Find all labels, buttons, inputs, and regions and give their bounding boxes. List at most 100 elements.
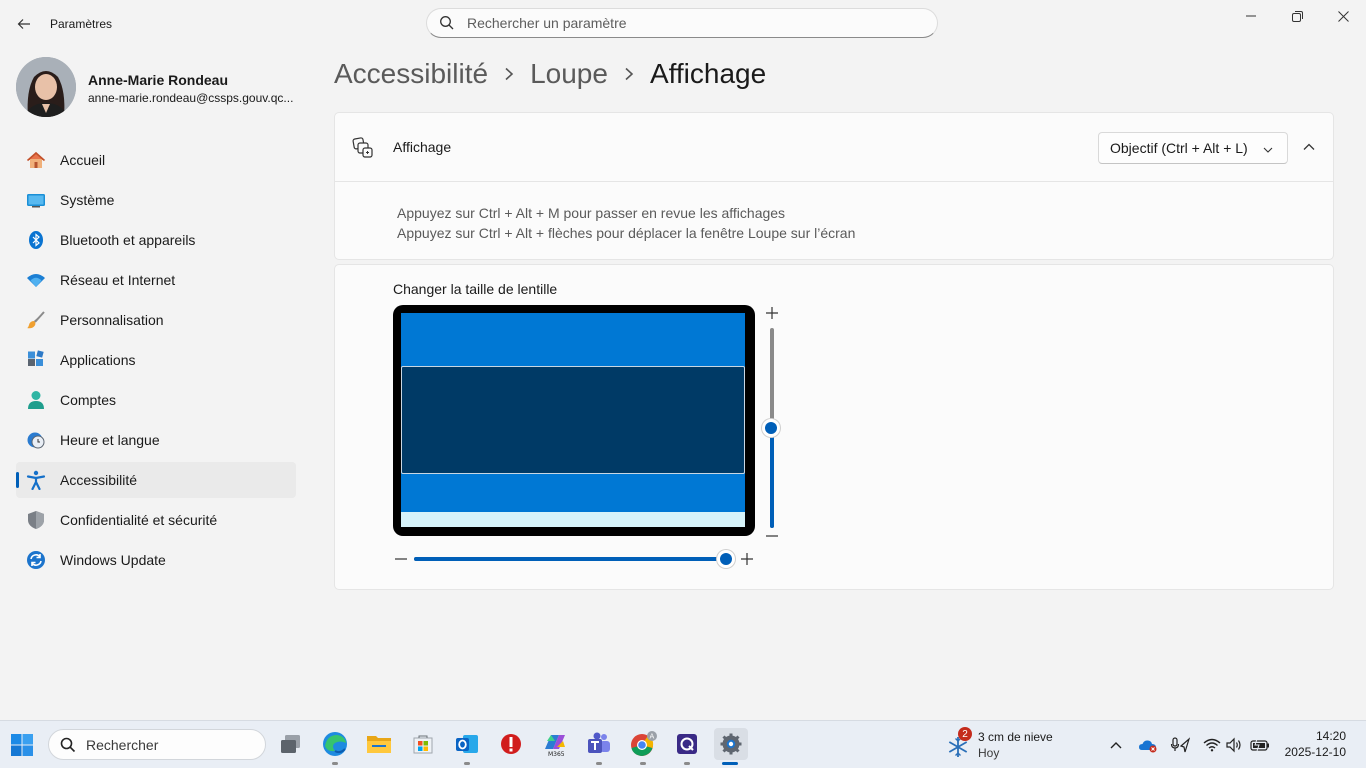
taskbar-search[interactable]: Rechercher: [48, 729, 266, 760]
taskbar-outlook[interactable]: [451, 728, 483, 765]
speaker-icon: [1226, 737, 1241, 753]
decrease-width-button[interactable]: [393, 551, 409, 567]
battery-tray[interactable]: [1250, 733, 1270, 757]
taskbar-red-app[interactable]: [495, 728, 527, 760]
sidebar-item-accueil[interactable]: Accueil: [16, 142, 296, 178]
breadcrumb-item-loupe[interactable]: Loupe: [530, 58, 608, 90]
sidebar-item-heure-langue[interactable]: Heure et langue: [16, 422, 296, 458]
accessibility-icon: [26, 470, 46, 490]
sidebar-item-label: Comptes: [60, 392, 117, 408]
wifi-icon: [1203, 738, 1221, 752]
sidebar-item-systeme[interactable]: Système: [16, 182, 296, 218]
display-settings-card: Affichage Objectif (Ctrl + Alt + L) Appu…: [334, 112, 1334, 260]
search-input[interactable]: [465, 14, 909, 32]
lens-preview-screen: [401, 313, 745, 527]
taskbar-store[interactable]: [407, 728, 439, 760]
purple-app-icon: [677, 734, 697, 754]
microphone-tray[interactable]: [1170, 733, 1190, 757]
sidebar-item-label: Accessibilité: [60, 472, 138, 488]
clock-globe-icon: [26, 430, 46, 450]
settings-search-box[interactable]: [426, 8, 938, 38]
show-hidden-icons-button[interactable]: [1106, 733, 1126, 757]
sidebar-item-personnalisation[interactable]: Personnalisation: [16, 302, 296, 338]
edge-icon: [323, 732, 347, 756]
increase-width-button[interactable]: [739, 551, 755, 567]
hint-cycle-views: Appuyez sur Ctrl + Alt + M pour passer e…: [397, 205, 786, 221]
shield-icon: [26, 510, 46, 530]
chevron-up-icon: [1110, 742, 1122, 749]
store-icon: [413, 735, 433, 754]
bluetooth-icon: [26, 230, 46, 250]
close-icon: [1337, 10, 1349, 22]
clock-time[interactable]: 14:20: [1290, 729, 1346, 743]
battery-charging-icon: [1250, 738, 1269, 752]
sidebar-item-confidentialite[interactable]: Confidentialité et sécurité: [16, 502, 296, 538]
sidebar-item-label: Bluetooth et appareils: [60, 232, 196, 248]
network-tray[interactable]: [1202, 733, 1222, 757]
brush-icon: [26, 310, 46, 330]
search-icon: [60, 737, 76, 752]
svg-text:A: A: [650, 733, 655, 741]
sidebar-item-applications[interactable]: Applications: [16, 342, 296, 378]
minimize-button[interactable]: [1228, 0, 1274, 32]
svg-text:M365: M365: [548, 751, 565, 757]
onedrive-tray[interactable]: [1138, 733, 1158, 757]
sidebar-item-label: Système: [60, 192, 115, 208]
onedrive-cloud-icon: [1139, 740, 1157, 753]
back-button[interactable]: [12, 12, 36, 36]
minus-icon: [395, 558, 407, 560]
taskbar-m365[interactable]: M365: [539, 728, 571, 760]
chevron-right-icon: [504, 67, 514, 81]
avatar-photo-icon: [16, 57, 76, 117]
lens-width-slider-fill: [414, 557, 726, 561]
sidebar-item-bluetooth[interactable]: Bluetooth et appareils: [16, 222, 296, 258]
breadcrumb-item-accessibilite[interactable]: Accessibilité: [334, 58, 488, 90]
taskbar-file-explorer[interactable]: [363, 728, 395, 760]
wifi-icon: [26, 270, 46, 290]
display-card-header[interactable]: Affichage Objectif (Ctrl + Alt + L): [335, 113, 1333, 182]
sidebar-item-comptes[interactable]: Comptes: [16, 382, 296, 418]
lens-height-slider-thumb[interactable]: [762, 419, 780, 437]
collapse-button[interactable]: [1297, 135, 1321, 159]
increase-height-button[interactable]: [764, 305, 780, 321]
active-indicator: [722, 762, 738, 765]
maximize-button[interactable]: [1274, 0, 1320, 32]
decrease-height-button[interactable]: [764, 528, 780, 544]
sidebar-item-label: Accueil: [60, 152, 106, 168]
plus-icon: [741, 553, 753, 565]
app-title: Paramètres: [50, 17, 113, 31]
taskbar-chrome[interactable]: A: [627, 728, 659, 765]
weather-title: 3 cm de nieve: [978, 730, 1053, 744]
lens-width-slider-thumb[interactable]: [717, 550, 735, 568]
view-mode-dropdown[interactable]: Objectif (Ctrl + Alt + L): [1098, 132, 1288, 164]
minimize-icon: [1246, 15, 1256, 17]
sidebar-item-reseau[interactable]: Réseau et Internet: [16, 262, 296, 298]
chevron-right-icon: [624, 67, 634, 81]
clock-date[interactable]: 2025-12-10: [1276, 745, 1346, 759]
teams-icon: [588, 732, 610, 753]
taskbar-purple-app[interactable]: [671, 728, 703, 765]
lens-width-slider[interactable]: [414, 557, 726, 561]
taskbar-task-view[interactable]: [275, 728, 307, 760]
sidebar-item-label: Réseau et Internet: [60, 272, 176, 288]
running-indicator: [332, 762, 338, 765]
m365-icon: M365: [545, 735, 565, 757]
back-arrow-icon: [17, 19, 30, 29]
avatar[interactable]: [16, 57, 76, 117]
lens-rectangle[interactable]: [401, 366, 745, 474]
update-icon: [26, 550, 46, 570]
close-button[interactable]: [1320, 0, 1366, 32]
start-button[interactable]: [10, 733, 34, 757]
sidebar-nav: Accueil Système Bluetooth et appareils R…: [16, 142, 296, 582]
search-icon: [440, 16, 454, 30]
volume-tray[interactable]: [1224, 733, 1244, 757]
sidebar-item-windows-update[interactable]: Windows Update: [16, 542, 296, 578]
sidebar-item-label: Personnalisation: [60, 312, 164, 328]
taskbar-edge[interactable]: [319, 728, 351, 765]
sidebar-item-accessibilite[interactable]: Accessibilité: [16, 462, 296, 498]
title-bar: Paramètres: [0, 0, 1366, 48]
running-indicator: [596, 762, 602, 765]
system-icon: [26, 190, 46, 210]
taskbar-teams[interactable]: [583, 728, 615, 765]
taskbar-settings[interactable]: [714, 728, 748, 765]
